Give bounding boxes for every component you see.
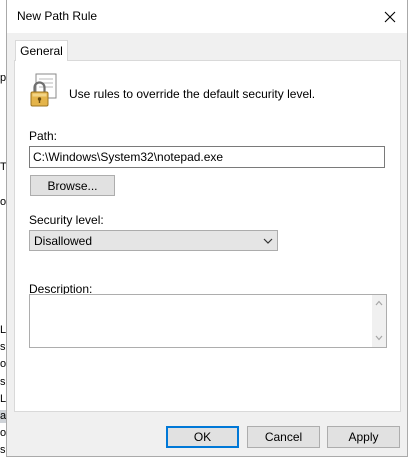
chevron-down-icon <box>263 238 273 244</box>
general-tab-panel: Use rules to override the default securi… <box>14 60 401 412</box>
browse-button-label: Browse... <box>47 178 98 193</box>
tab-general[interactable]: General <box>15 40 68 61</box>
description-scrollbar[interactable] <box>372 295 386 347</box>
description-textarea[interactable] <box>29 294 387 348</box>
ok-button-label: OK <box>193 430 212 444</box>
scroll-down-icon[interactable] <box>375 335 383 341</box>
ok-button[interactable]: OK <box>166 426 239 448</box>
path-label: Path: <box>29 129 58 143</box>
security-level-value: Disallowed <box>34 234 93 248</box>
cancel-button[interactable]: Cancel <box>247 426 320 448</box>
cancel-button-label: Cancel <box>264 430 303 444</box>
scroll-up-icon[interactable] <box>375 300 383 306</box>
close-icon <box>384 11 396 23</box>
intro-text: Use rules to override the default securi… <box>69 87 316 101</box>
title-bar: New Path Rule <box>7 0 407 33</box>
security-level-label: Security level: <box>29 213 104 227</box>
close-button[interactable] <box>379 6 401 28</box>
security-level-dropdown[interactable]: Disallowed <box>29 230 278 251</box>
lock-document-icon <box>30 73 57 107</box>
browse-button[interactable]: Browse... <box>30 175 115 196</box>
apply-button-label: Apply <box>348 430 379 444</box>
apply-button[interactable]: Apply <box>327 426 400 448</box>
new-path-rule-dialog: New Path Rule General Use rules to overr… <box>6 0 408 457</box>
path-input[interactable] <box>29 146 385 168</box>
tab-label: General <box>20 44 63 58</box>
dialog-title: New Path Rule <box>17 9 98 23</box>
